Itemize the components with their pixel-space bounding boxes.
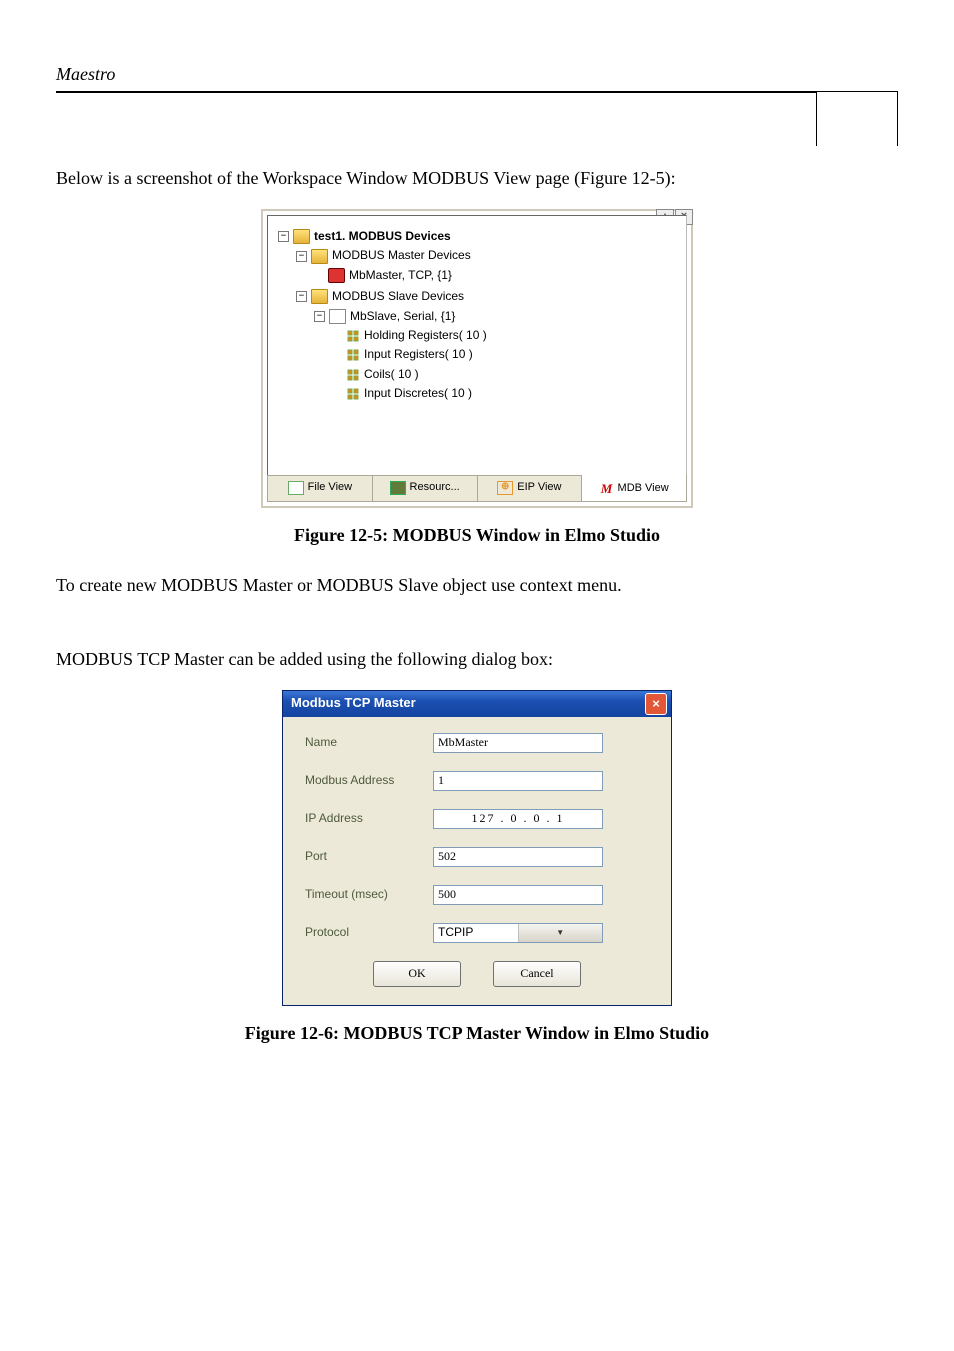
ok-button[interactable]: OK xyxy=(373,961,461,987)
tree-root[interactable]: test1. MODBUS Devices xyxy=(314,228,451,245)
eip-icon: ⊕ xyxy=(497,481,513,495)
tab-label: EIP View xyxy=(517,480,561,496)
device-icon xyxy=(328,268,345,283)
label-timeout: Timeout (msec) xyxy=(305,886,433,903)
tab-mdb-view[interactable]: M MDB View xyxy=(582,475,686,501)
ip-address-field[interactable]: 127 . 0 . 0 . 1 xyxy=(433,809,603,829)
timeout-field[interactable] xyxy=(433,885,603,905)
page-icon xyxy=(288,481,304,495)
modbus-tree: − test1. MODBUS Devices − MODBUS Master … xyxy=(278,228,680,409)
protocol-select[interactable]: TCPIP ▼ xyxy=(433,923,603,943)
resource-icon xyxy=(390,481,406,495)
register-icon xyxy=(346,329,360,343)
label-protocol: Protocol xyxy=(305,924,433,941)
dialog-title: Modbus TCP Master xyxy=(291,694,416,713)
page-header-title: Maestro xyxy=(56,64,898,85)
figure-caption-2: Figure 12-6: MODBUS TCP Master Window in… xyxy=(56,1020,898,1046)
tab-eip-view[interactable]: ⊕ EIP View xyxy=(478,476,583,501)
view-tabs: File View Resourc... ⊕ EIP View M MDB View xyxy=(267,475,687,502)
folder-open-icon xyxy=(311,289,328,304)
page-icon xyxy=(329,309,346,324)
tab-label: MDB View xyxy=(618,481,669,497)
name-field[interactable] xyxy=(433,733,603,753)
protocol-value: TCPIP xyxy=(434,924,518,941)
tree-master-folder[interactable]: MODBUS Master Devices xyxy=(332,247,471,264)
intro-text: Below is a screenshot of the Workspace W… xyxy=(56,165,898,191)
paragraph-dialog-intro: MODBUS TCP Master can be added using the… xyxy=(56,646,898,672)
modbus-tcp-master-dialog: Modbus TCP Master × Name Modbus Address … xyxy=(282,690,672,1006)
tree-input-reg[interactable]: Input Registers( 10 ) xyxy=(364,346,473,363)
cancel-button[interactable]: Cancel xyxy=(493,961,581,987)
tab-label: File View xyxy=(308,480,352,496)
close-icon[interactable]: × xyxy=(645,693,667,715)
label-modbus-address: Modbus Address xyxy=(305,772,433,789)
paragraph-context-menu: To create new MODBUS Master or MODBUS Sl… xyxy=(56,572,898,598)
tree-input-disc[interactable]: Input Discretes( 10 ) xyxy=(364,385,472,402)
expand-toggle[interactable]: − xyxy=(278,231,289,242)
modbus-address-field[interactable] xyxy=(433,771,603,791)
tree-coils[interactable]: Coils( 10 ) xyxy=(364,366,419,383)
chevron-down-icon: ▼ xyxy=(518,924,603,942)
label-name: Name xyxy=(305,734,433,751)
port-field[interactable] xyxy=(433,847,603,867)
dialog-titlebar: Modbus TCP Master × xyxy=(283,691,671,717)
mdb-icon: M xyxy=(600,483,614,495)
register-icon xyxy=(346,368,360,382)
tree-master-item[interactable]: MbMaster, TCP, {1} xyxy=(349,267,452,284)
register-icon xyxy=(346,348,360,362)
page-number-box xyxy=(816,91,898,146)
register-icon xyxy=(346,387,360,401)
label-ip-address: IP Address xyxy=(305,810,433,827)
expand-toggle[interactable]: − xyxy=(296,291,307,302)
tab-file-view[interactable]: File View xyxy=(268,476,373,501)
tree-slave-folder[interactable]: MODBUS Slave Devices xyxy=(332,288,464,305)
tab-resource-view[interactable]: Resourc... xyxy=(373,476,478,501)
tree-holding[interactable]: Holding Registers( 10 ) xyxy=(364,327,487,344)
figure-caption-1: Figure 12-5: MODBUS Window in Elmo Studi… xyxy=(56,522,898,548)
tab-label: Resourc... xyxy=(410,480,460,496)
header-rule xyxy=(56,91,898,93)
tree-slave-item[interactable]: MbSlave, Serial, {1} xyxy=(350,308,455,325)
folder-open-icon xyxy=(311,249,328,264)
folder-open-icon xyxy=(293,229,310,244)
workspace-window: ▴ × − test1. MODBUS Devices − xyxy=(261,209,693,508)
expand-toggle[interactable]: − xyxy=(296,251,307,262)
label-port: Port xyxy=(305,848,433,865)
expand-toggle[interactable]: − xyxy=(314,311,325,322)
